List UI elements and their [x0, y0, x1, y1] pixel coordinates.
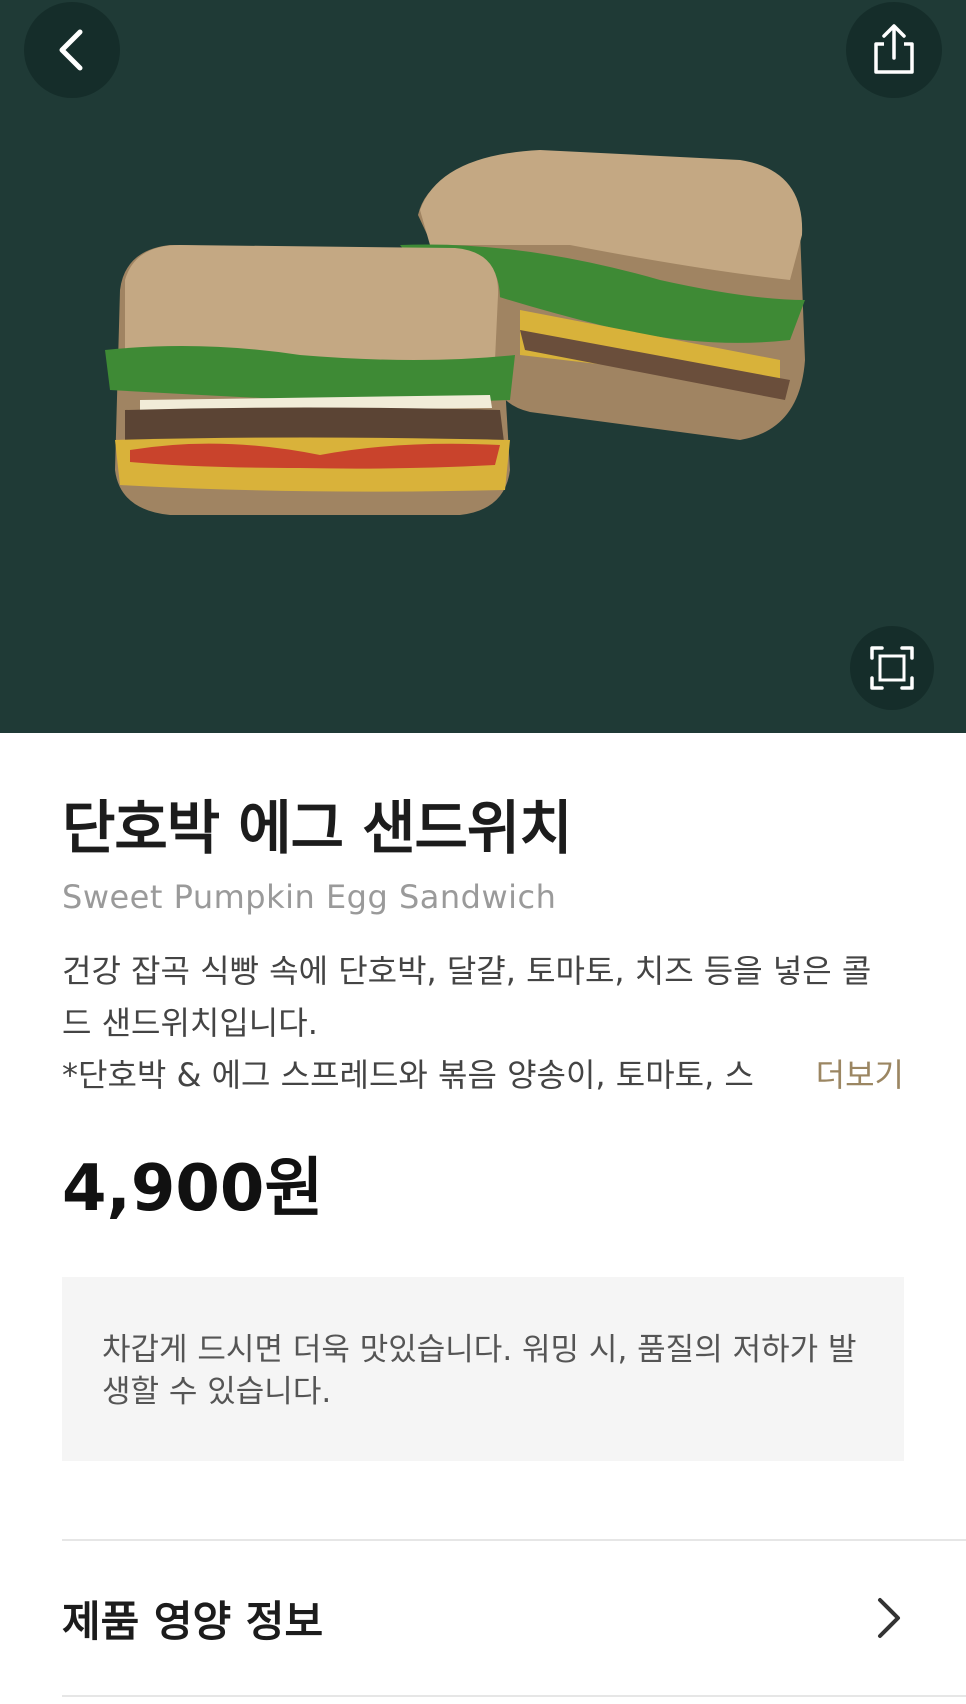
product-english-name: Sweet Pumpkin Egg Sandwich: [62, 878, 557, 916]
expand-image-button[interactable]: [850, 626, 934, 710]
expand-icon: [870, 646, 914, 690]
back-button[interactable]: [24, 2, 120, 98]
description-line: 건강 잡곡 식빵 속에 단호박, 달걀, 토마토, 치즈 등을 넣은 콜: [62, 952, 872, 990]
notice-box: 차갑게 드시면 더욱 맛있습니다. 워밍 시, 품질의 저하가 발생할 수 있습…: [62, 1277, 904, 1461]
share-button[interactable]: [846, 2, 942, 98]
share-icon: [874, 24, 914, 74]
nutrition-info-row[interactable]: 제품 영양 정보: [62, 1541, 904, 1695]
nutrition-info-label: 제품 영양 정보: [62, 1596, 324, 1646]
chevron-left-icon: [59, 29, 83, 71]
product-image-area: [0, 0, 966, 733]
product-price: 4,900원: [62, 1152, 324, 1226]
product-info: 단호박 에그 샌드위치 Sweet Pumpkin Egg Sandwich 건…: [0, 733, 966, 1697]
product-description: 건강 잡곡 식빵 속에 단호박, 달걀, 토마토, 치즈 등을 넣은 콜 드 샌…: [62, 945, 904, 1101]
product-image: [105, 150, 805, 515]
product-title: 단호박 에그 샌드위치: [62, 794, 573, 862]
divider: [62, 1695, 966, 1697]
more-button[interactable]: 더보기: [775, 1049, 904, 1101]
chevron-right-icon: [878, 1598, 900, 1638]
description-line: *단호박 & 에그 스프레드와 볶음 양송이, 토마토, 스: [62, 1056, 754, 1094]
description-line: 드 샌드위치입니다.: [62, 1004, 318, 1042]
